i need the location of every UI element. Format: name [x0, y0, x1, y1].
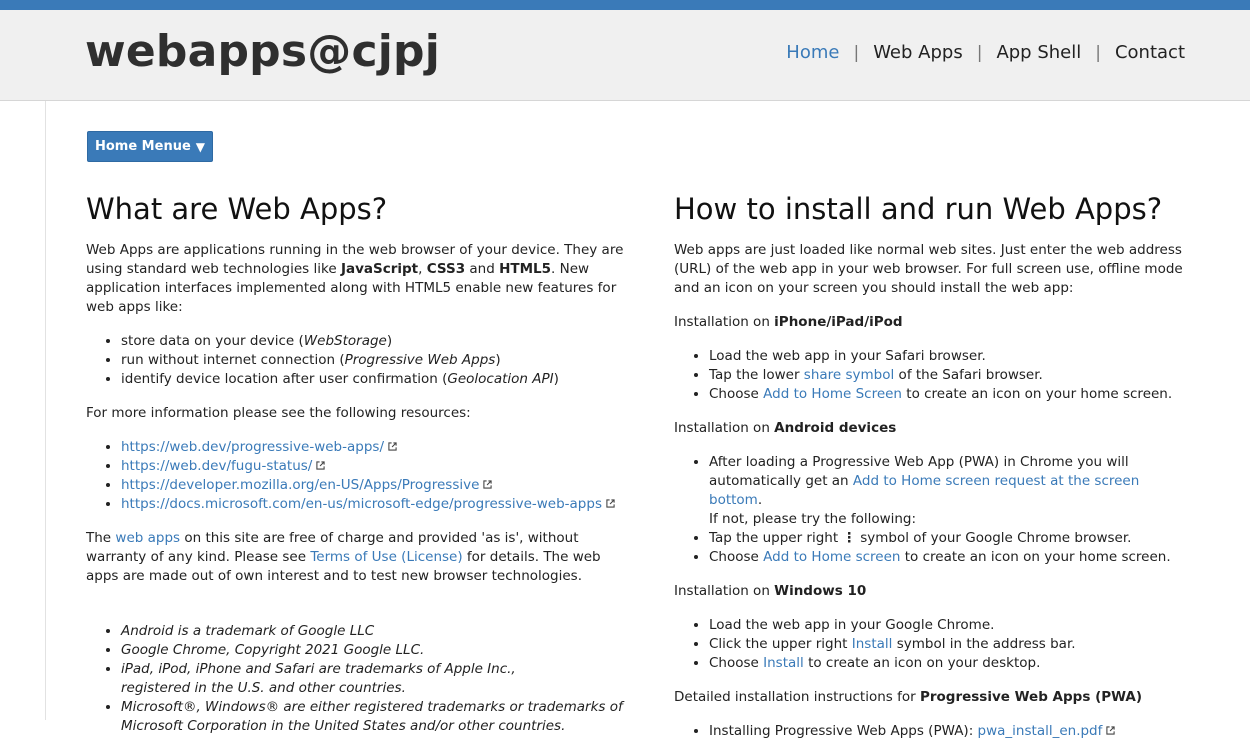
- install-section: How to install and run Web Apps? Web app…: [674, 190, 1194, 756]
- list-item: https://docs.microsoft.com/en-us/microso…: [121, 495, 626, 514]
- nav-home[interactable]: Home: [786, 42, 839, 63]
- ios-heading: Installation on iPhone/iPad/iPod: [674, 314, 903, 330]
- intro-paragraph: Web Apps are applications running in the…: [86, 242, 624, 315]
- resource-list: https://web.dev/progressive-web-apps/ ht…: [86, 438, 626, 514]
- list-item: run without internet connection (Progres…: [121, 351, 626, 370]
- list-item: Tap the upper right ⋮ symbol of your Goo…: [709, 529, 1194, 548]
- list-item: iPad, iPod, iPhone and Safari are tradem…: [121, 660, 626, 698]
- free-of-charge-paragraph: The web apps on this site are free of ch…: [86, 530, 601, 584]
- resources-intro: For more information please see the foll…: [86, 405, 471, 421]
- list-item: Microsoft®, Windows® are either register…: [121, 698, 626, 736]
- install-symbol-link[interactable]: Install: [852, 636, 893, 652]
- list-item: Android is a trademark of Google LLC: [121, 622, 626, 641]
- list-item: Choose Install to create an icon on your…: [709, 654, 1194, 673]
- section-title-what: What are Web Apps?: [86, 192, 388, 226]
- resource-link-pwa[interactable]: https://web.dev/progressive-web-apps/: [121, 439, 384, 455]
- list-item: Choose Add to Home Screen to create an i…: [709, 385, 1194, 404]
- share-symbol-link[interactable]: share symbol: [804, 367, 894, 383]
- list-item: https://web.dev/progressive-web-apps/: [121, 438, 626, 457]
- ios-steps: Load the web app in your Safari browser.…: [674, 347, 1194, 404]
- site-header: webapps@cjpj Home | Web Apps | App Shell…: [0, 10, 1250, 101]
- external-link-icon: [483, 480, 493, 489]
- feature-list: store data on your device (WebStorage) r…: [86, 332, 626, 389]
- list-item: https://web.dev/fugu-status/: [121, 457, 626, 476]
- nav-app-shell[interactable]: App Shell: [996, 42, 1081, 63]
- android-steps: After loading a Progressive Web App (PWA…: [674, 453, 1194, 567]
- external-link-icon: [606, 499, 615, 508]
- trademark-list: Android is a trademark of Google LLC Goo…: [86, 622, 626, 736]
- list-item: https://developer.mozilla.org/en-US/Apps…: [121, 476, 626, 495]
- list-item: identify device location after user conf…: [121, 370, 626, 389]
- install-intro: Web apps are just loaded like normal web…: [674, 242, 1183, 296]
- web-apps-link[interactable]: web apps: [115, 530, 180, 546]
- add-to-home-screen-link[interactable]: Add to Home Screen: [763, 386, 902, 402]
- install-link[interactable]: Install: [763, 655, 804, 671]
- terms-of-use-link[interactable]: Terms of Use (License): [310, 549, 462, 565]
- list-item: Load the web app in your Google Chrome.: [709, 616, 1194, 635]
- home-menu-label: Home Menue: [94, 139, 191, 154]
- resource-link-mdn[interactable]: https://developer.mozilla.org/en-US/Apps…: [121, 477, 479, 493]
- site-brand[interactable]: webapps@cjpj: [85, 26, 440, 77]
- list-item: After loading a Progressive Web App (PWA…: [709, 453, 1194, 529]
- pwa-install-pdf-link[interactable]: pwa_install_en.pdf: [978, 723, 1103, 739]
- detailed-instructions-heading: Detailed installation instructions for P…: [674, 689, 1143, 705]
- nav-separator: |: [976, 42, 983, 63]
- triangle-down-icon: ▼: [195, 139, 205, 154]
- list-item: Click the upper right Install symbol in …: [709, 635, 1194, 654]
- list-item: Load the web app in your Safari browser.: [709, 347, 1194, 366]
- list-item: store data on your device (WebStorage): [121, 332, 626, 351]
- what-are-web-apps-section: What are Web Apps? Web Apps are applicat…: [86, 190, 626, 751]
- section-title-install: How to install and run Web Apps?: [674, 192, 1163, 226]
- windows-heading: Installation on Windows 10: [674, 583, 867, 599]
- nav-separator: |: [853, 42, 860, 63]
- external-link-icon: [1106, 726, 1116, 735]
- pdf-list: Installing Progressive Web Apps (PWA): p…: [674, 722, 1194, 741]
- android-add-to-home-link[interactable]: Add to Home screen: [763, 549, 900, 565]
- resource-link-fugu[interactable]: https://web.dev/fugu-status/: [121, 458, 312, 474]
- list-item: Tap the lower share symbol of the Safari…: [709, 366, 1194, 385]
- nav-web-apps[interactable]: Web Apps: [873, 42, 963, 63]
- resource-link-microsoft[interactable]: https://docs.microsoft.com/en-us/microso…: [121, 496, 602, 512]
- nav-contact[interactable]: Contact: [1115, 42, 1185, 63]
- android-heading: Installation on Android devices: [674, 420, 897, 436]
- top-accent-bar: [0, 0, 1250, 10]
- list-item: Choose Add to Home screen to create an i…: [709, 548, 1194, 567]
- list-item: Installing Progressive Web Apps (PWA): p…: [709, 722, 1194, 741]
- external-link-icon: [316, 461, 325, 470]
- windows-steps: Load the web app in your Google Chrome. …: [674, 616, 1194, 673]
- external-link-icon: [388, 442, 397, 451]
- content-left-border: [45, 101, 46, 720]
- nav-separator: |: [1095, 42, 1101, 63]
- list-item: Google Chrome, Copyright 2021 Google LLC…: [121, 641, 626, 660]
- kebab-menu-icon: ⋮: [842, 530, 856, 546]
- main-nav: Home | Web Apps | App Shell | Contact: [786, 42, 1185, 63]
- home-menu-button[interactable]: Home Menue ▼: [87, 131, 213, 162]
